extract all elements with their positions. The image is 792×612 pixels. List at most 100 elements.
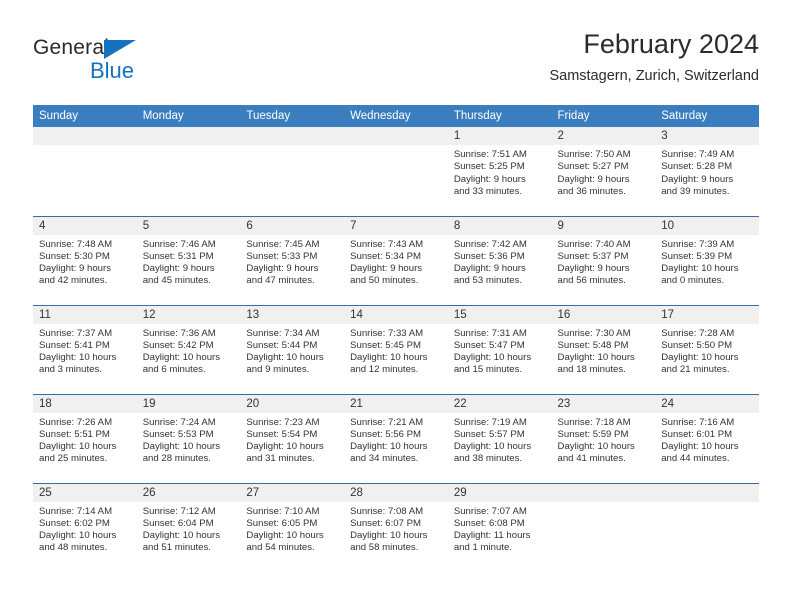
day-detail-line: Sunset: 5:27 PM bbox=[557, 161, 629, 173]
day-details: Sunrise: 7:37 AM Sunset: 5:41 PM Daylight:… bbox=[33, 324, 137, 377]
day-detail-line: Sunrise: 7:33 AM bbox=[350, 327, 424, 339]
day-detail-line: Daylight: 10 hours bbox=[350, 441, 428, 453]
day-details: Sunrise: 7:31 AM Sunset: 5:47 PM Daylight:… bbox=[448, 324, 552, 377]
day-detail-line: Daylight: 10 hours bbox=[39, 352, 117, 364]
day-number: 17 bbox=[655, 305, 759, 324]
calendar-day-cell[interactable]: 27 Sunrise: 7:10 AM Sunset: 6:05 PM Dayligh… bbox=[240, 482, 345, 572]
weekday-header-thursday: Thursday bbox=[447, 105, 552, 127]
calendar-page: General Blue February 2024 Samstagern, Z… bbox=[0, 0, 792, 612]
day-detail-line: Sunrise: 7:34 AM bbox=[246, 327, 320, 339]
day-detail-line: Sunrise: 7:42 AM bbox=[453, 238, 527, 250]
day-details: Sunrise: 7:12 AM Sunset: 6:04 PM Daylight:… bbox=[137, 502, 241, 555]
day-number: 15 bbox=[447, 305, 552, 324]
calendar-day-cell[interactable]: 17 Sunrise: 7:28 AM Sunset: 5:50 PM Dayligh… bbox=[655, 304, 759, 394]
day-detail-line: Sunset: 5:57 PM bbox=[453, 428, 525, 440]
day-detail-line: Sunset: 5:31 PM bbox=[142, 250, 214, 262]
calendar-day-cell[interactable]: 22 Sunrise: 7:19 AM Sunset: 5:57 PM Dayligh… bbox=[447, 393, 552, 483]
calendar-day-cell[interactable]: 26 Sunrise: 7:12 AM Sunset: 6:04 PM Dayligh… bbox=[136, 482, 241, 572]
day-details: Sunrise: 7:39 AM Sunset: 5:39 PM Daylight:… bbox=[655, 235, 759, 288]
calendar-day-cell[interactable]: 19 Sunrise: 7:24 AM Sunset: 5:53 PM Dayligh… bbox=[136, 393, 241, 483]
day-detail-line: and 18 minutes. bbox=[557, 364, 626, 376]
day-detail-line: Daylight: 10 hours bbox=[142, 352, 221, 364]
day-details: Sunrise: 7:23 AM Sunset: 5:54 PM Daylight:… bbox=[240, 413, 344, 466]
day-detail-line: Daylight: 10 hours bbox=[246, 352, 324, 364]
calendar-day-cell[interactable]: 16 Sunrise: 7:30 AM Sunset: 5:48 PM Dayligh… bbox=[551, 304, 656, 394]
day-number: 6 bbox=[240, 216, 345, 235]
calendar-day-cell[interactable]: 2 Sunrise: 7:50 AM Sunset: 5:27 PM Daylight… bbox=[551, 127, 656, 216]
calendar-day-cell[interactable]: 7 Sunrise: 7:43 AM Sunset: 5:34 PM Daylight… bbox=[344, 215, 448, 305]
day-detail-line: Daylight: 10 hours bbox=[557, 441, 635, 453]
day-detail-line: Sunrise: 7:37 AM bbox=[39, 327, 113, 339]
day-detail-line: Sunset: 5:56 PM bbox=[350, 428, 422, 440]
day-number: 23 bbox=[551, 394, 656, 413]
day-detail-line: and 15 minutes. bbox=[453, 364, 523, 376]
calendar-day-cell[interactable]: 14 Sunrise: 7:33 AM Sunset: 5:45 PM Dayligh… bbox=[344, 304, 448, 394]
day-detail-line: Daylight: 9 hours bbox=[453, 263, 526, 275]
day-detail-line: Daylight: 9 hours bbox=[142, 263, 215, 275]
day-number: 26 bbox=[136, 483, 241, 502]
day-number: 2 bbox=[551, 127, 656, 145]
day-detail-line: Sunrise: 7:07 AM bbox=[453, 505, 527, 517]
page-title: February 2024 bbox=[583, 29, 759, 59]
calendar-day-cell[interactable]: 29 Sunrise: 7:07 AM Sunset: 6:08 PM Dayligh… bbox=[447, 482, 552, 572]
day-detail-line: Daylight: 9 hours bbox=[557, 263, 630, 275]
day-detail-line: and 1 minute. bbox=[453, 542, 512, 554]
calendar-day-cell[interactable]: 23 Sunrise: 7:18 AM Sunset: 5:59 PM Dayligh… bbox=[551, 393, 656, 483]
weekday-header-wednesday: Wednesday bbox=[344, 105, 448, 127]
calendar-day-cell[interactable]: 28 Sunrise: 7:08 AM Sunset: 6:07 PM Dayligh… bbox=[344, 482, 448, 572]
day-detail-line: Sunrise: 7:10 AM bbox=[246, 505, 320, 517]
calendar-day-cell[interactable]: 12 Sunrise: 7:36 AM Sunset: 5:42 PM Dayligh… bbox=[136, 304, 241, 394]
day-details: Sunrise: 7:33 AM Sunset: 5:45 PM Daylight:… bbox=[344, 324, 448, 377]
day-number: 13 bbox=[240, 305, 345, 324]
day-detail-line: and 25 minutes. bbox=[39, 453, 108, 465]
day-detail-line: and 28 minutes. bbox=[142, 453, 211, 465]
title-block: February 2024 Samstagern, Zurich, Switze… bbox=[549, 28, 759, 87]
day-number: 19 bbox=[136, 394, 241, 413]
day-number bbox=[551, 483, 656, 502]
calendar-day-cell[interactable]: 15 Sunrise: 7:31 AM Sunset: 5:47 PM Dayligh… bbox=[447, 304, 552, 394]
day-number bbox=[136, 127, 241, 145]
day-detail-line: Sunset: 5:36 PM bbox=[453, 250, 525, 262]
calendar-day-cell[interactable]: 21 Sunrise: 7:21 AM Sunset: 5:56 PM Dayligh… bbox=[344, 393, 448, 483]
calendar-day-cell[interactable]: 4 Sunrise: 7:48 AM Sunset: 5:30 PM Daylight… bbox=[33, 215, 137, 305]
day-detail-line: Sunset: 5:34 PM bbox=[350, 250, 422, 262]
calendar-week-row: 4 Sunrise: 7:48 AM Sunset: 5:30 PM Daylight… bbox=[33, 215, 759, 305]
calendar-day-cell[interactable]: 11 Sunrise: 7:37 AM Sunset: 5:41 PM Dayligh… bbox=[33, 304, 137, 394]
day-detail-line: Sunset: 6:08 PM bbox=[453, 517, 525, 529]
day-detail-line: Sunrise: 7:12 AM bbox=[142, 505, 216, 517]
day-detail-line: Daylight: 9 hours bbox=[246, 263, 319, 275]
calendar-day-cell[interactable]: 25 Sunrise: 7:14 AM Sunset: 6:02 PM Dayligh… bbox=[33, 482, 137, 572]
weekday-header-monday: Monday bbox=[136, 105, 241, 127]
calendar-day-cell[interactable]: 24 Sunrise: 7:16 AM Sunset: 6:01 PM Dayligh… bbox=[655, 393, 759, 483]
calendar-day-cell[interactable]: 5 Sunrise: 7:46 AM Sunset: 5:31 PM Daylight… bbox=[136, 215, 241, 305]
day-details: Sunrise: 7:43 AM Sunset: 5:34 PM Daylight:… bbox=[344, 235, 448, 288]
brand-logo[interactable]: General Blue bbox=[33, 36, 163, 90]
day-detail-line: Sunset: 5:45 PM bbox=[350, 339, 422, 351]
day-detail-line: Sunset: 6:01 PM bbox=[661, 428, 733, 440]
calendar-day-cell[interactable]: 6 Sunrise: 7:45 AM Sunset: 5:33 PM Daylight… bbox=[240, 215, 345, 305]
calendar-day-cell[interactable]: 13 Sunrise: 7:34 AM Sunset: 5:44 PM Dayligh… bbox=[240, 304, 345, 394]
calendar-table: Sunday Monday Tuesday Wednesday Thursday Frid… bbox=[33, 105, 759, 572]
day-detail-line: Sunset: 5:59 PM bbox=[557, 428, 629, 440]
day-number: 5 bbox=[136, 216, 241, 235]
calendar-day-cell[interactable]: 1 Sunrise: 7:51 AM Sunset: 5:25 PM Daylight… bbox=[447, 127, 552, 216]
day-number: 20 bbox=[240, 394, 345, 413]
calendar-day-cell[interactable]: 18 Sunrise: 7:26 AM Sunset: 5:51 PM Dayligh… bbox=[33, 393, 137, 483]
day-number: 11 bbox=[33, 305, 137, 324]
calendar-day-cell[interactable]: 20 Sunrise: 7:23 AM Sunset: 5:54 PM Dayligh… bbox=[240, 393, 345, 483]
day-detail-line: and 34 minutes. bbox=[350, 453, 419, 465]
calendar-day-cell[interactable]: 10 Sunrise: 7:39 AM Sunset: 5:39 PM Dayligh… bbox=[655, 215, 759, 305]
day-details: Sunrise: 7:08 AM Sunset: 6:07 PM Daylight:… bbox=[344, 502, 448, 555]
day-number: 12 bbox=[136, 305, 241, 324]
day-detail-line: and 33 minutes. bbox=[453, 185, 523, 197]
day-detail-line: and 3 minutes. bbox=[39, 364, 102, 376]
day-number: 3 bbox=[655, 127, 759, 145]
calendar-header-row: Sunday Monday Tuesday Wednesday Thursday Frid… bbox=[33, 105, 759, 127]
day-detail-line: and 41 minutes. bbox=[557, 453, 626, 465]
calendar-day-cell[interactable]: 3 Sunrise: 7:49 AM Sunset: 5:28 PM Daylight… bbox=[655, 127, 759, 216]
day-detail-line: and 45 minutes. bbox=[142, 275, 211, 287]
day-details: Sunrise: 7:36 AM Sunset: 5:42 PM Daylight:… bbox=[137, 324, 241, 377]
day-detail-line: and 56 minutes. bbox=[557, 275, 626, 287]
calendar-day-cell[interactable]: 8 Sunrise: 7:42 AM Sunset: 5:36 PM Daylight… bbox=[447, 215, 552, 305]
calendar-day-cell[interactable]: 9 Sunrise: 7:40 AM Sunset: 5:37 PM Daylight… bbox=[551, 215, 656, 305]
